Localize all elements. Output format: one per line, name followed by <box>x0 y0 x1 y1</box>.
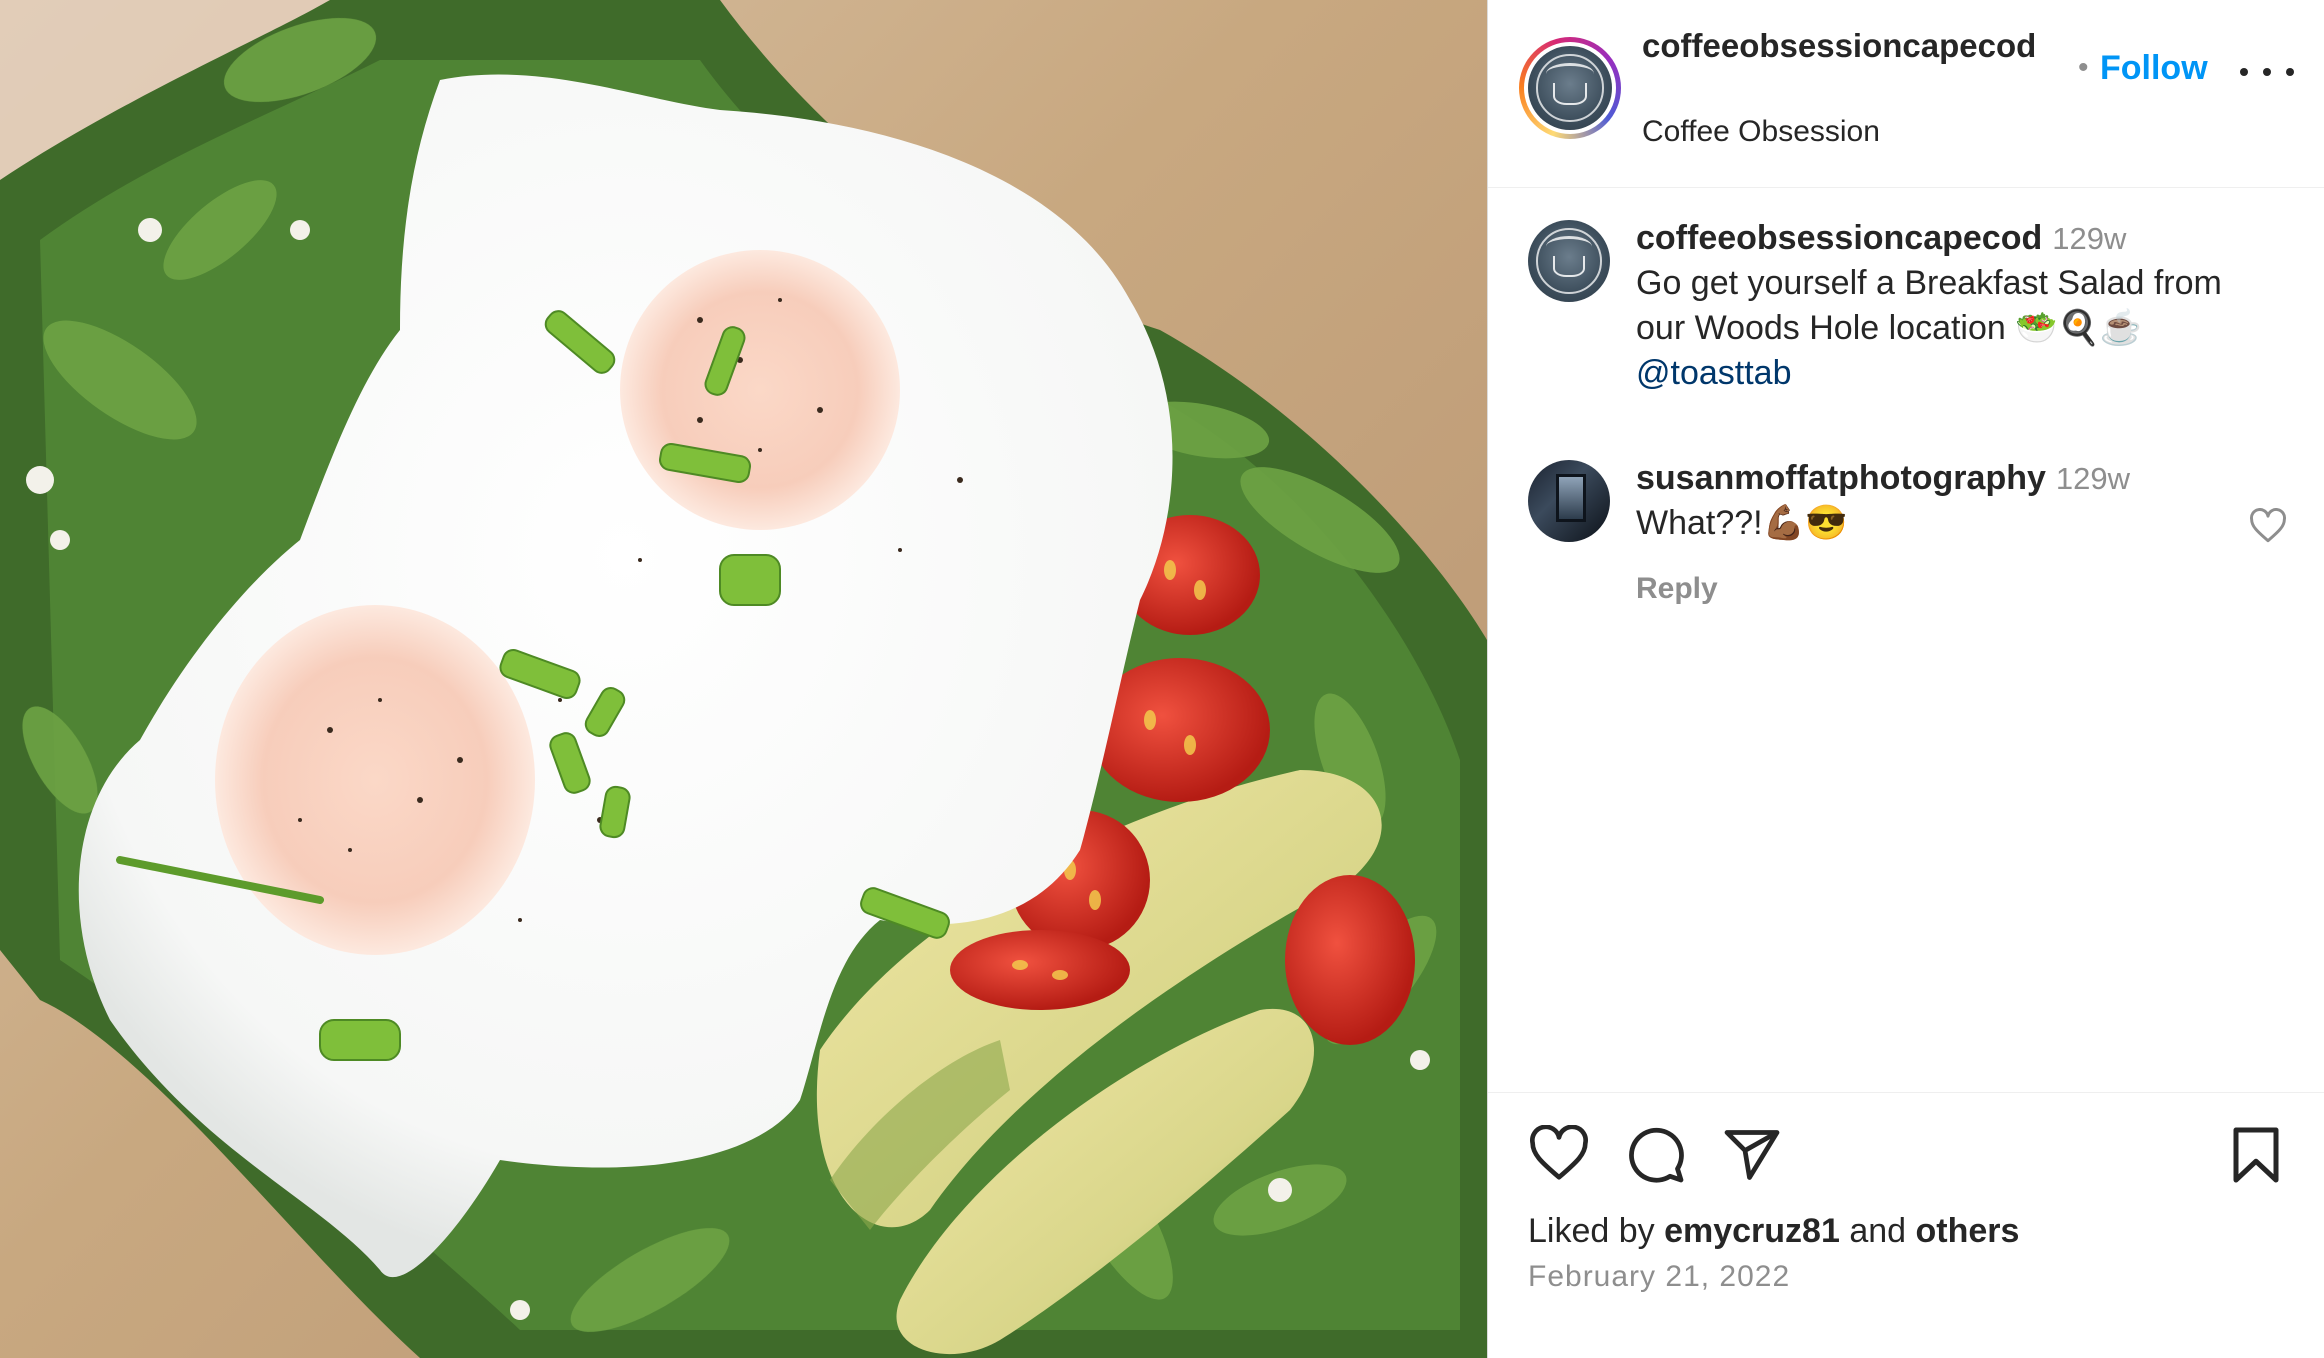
likes-summary: Liked by emycruz81 and others <box>1528 1209 2019 1253</box>
post-header: coffeeobsessioncapecod Coffee Obsession … <box>1488 0 2324 188</box>
liked-and: and <box>1849 1212 1907 1250</box>
comment-time[interactable]: 129w <box>2056 461 2130 496</box>
heart-icon[interactable] <box>1528 1124 1590 1188</box>
follow-button[interactable]: Follow <box>2100 46 2208 90</box>
account-avatar[interactable] <box>1528 46 1612 130</box>
paper-plane-icon[interactable] <box>1722 1125 1782 1190</box>
header-username[interactable]: coffeeobsessioncapecod <box>1642 24 2062 68</box>
caption-time[interactable]: 129w <box>2052 221 2126 256</box>
post-side-panel: coffeeobsessioncapecod Coffee Obsession … <box>1487 0 2324 1358</box>
caption-body: coffeeobsessioncapecod 129w Go get yourse… <box>1636 216 2256 396</box>
caption-mention-link[interactable]: @toasttab <box>1636 354 1792 392</box>
liked-user-link[interactable]: emycruz81 <box>1664 1212 1840 1250</box>
reply-button[interactable]: Reply <box>1636 572 1718 606</box>
post-photo[interactable] <box>0 0 1487 1358</box>
comment-heart-icon[interactable] <box>2248 508 2288 549</box>
comment-text: What??!💪🏾😎 <box>1636 504 1848 542</box>
comment-body: susanmoffatphotography 129w What??!💪🏾😎 <box>1636 456 2256 546</box>
instagram-post-modal: coffeeobsessioncapecod Coffee Obsession … <box>0 0 2324 1358</box>
bookmark-icon[interactable] <box>2228 1125 2284 1190</box>
commenter-avatar[interactable] <box>1528 460 1610 542</box>
separator-dot: • <box>2078 51 2089 84</box>
post-date[interactable]: February 21, 2022 <box>1528 1257 1790 1297</box>
liked-prefix: Liked by <box>1528 1212 1655 1250</box>
more-options-icon[interactable] <box>2240 60 2294 84</box>
post-actions: Liked by emycruz81 and others February 2… <box>1488 1092 2324 1358</box>
caption-text: Go get yourself a Breakfast Salad from o… <box>1636 264 2222 347</box>
comment-username[interactable]: susanmoffatphotography <box>1636 459 2046 497</box>
caption-username[interactable]: coffeeobsessioncapecod <box>1636 219 2042 257</box>
breakfast-salad-illustration <box>0 0 1487 1358</box>
comment-bubble-icon[interactable] <box>1626 1125 1686 1190</box>
caption-avatar[interactable] <box>1528 220 1610 302</box>
liked-others-link[interactable]: others <box>1916 1212 2020 1250</box>
header-subtitle[interactable]: Coffee Obsession <box>1642 114 1880 150</box>
